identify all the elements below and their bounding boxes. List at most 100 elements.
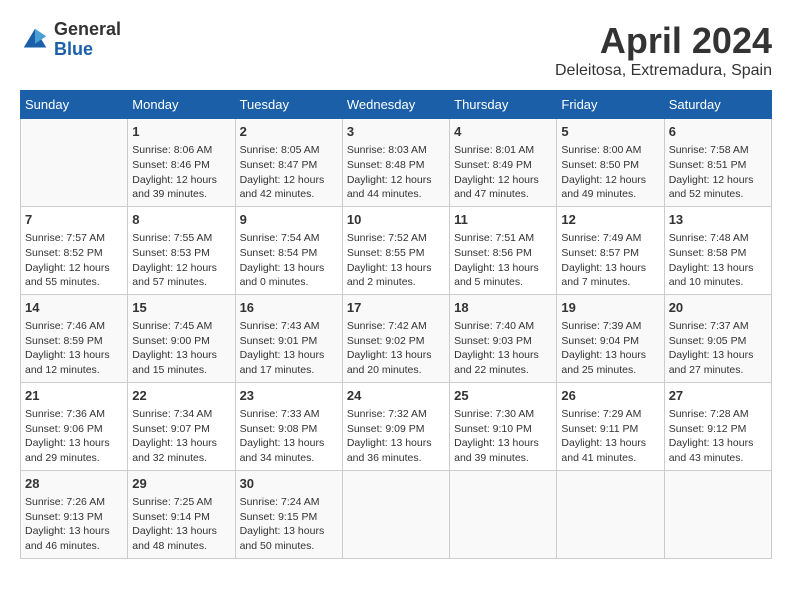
cell-content: Sunrise: 7:54 AMSunset: 8:54 PMDaylight:… [240,231,338,290]
day-number: 18 [454,299,552,317]
calendar-cell: 9 Sunrise: 7:54 AMSunset: 8:54 PMDaylight… [235,206,342,294]
week-row-2: 7Sunrise: 7:57 AMSunset: 8:52 PMDaylight… [21,206,772,294]
day-number: 27 [669,387,767,405]
calendar-cell: 21 Sunrise: 7:36 AMSunset: 9:06 PMDayligh… [21,382,128,470]
cell-content: Sunrise: 7:42 AMSunset: 9:02 PMDaylight:… [347,319,445,378]
calendar-cell: 7Sunrise: 7:57 AMSunset: 8:52 PMDaylight… [21,206,128,294]
cell-content: Sunrise: 7:46 AMSunset: 8:59 PMDaylight:… [25,319,123,378]
cell-content: Sunrise: 7:39 AMSunset: 9:04 PMDaylight:… [561,319,659,378]
header-day-wednesday: Wednesday [342,91,449,119]
day-number: 3 [347,123,445,141]
calendar-cell: 10 Sunrise: 7:52 AMSunset: 8:55 PMDayligh… [342,206,449,294]
header-day-friday: Friday [557,91,664,119]
cell-content: Sunrise: 7:25 AMSunset: 9:14 PMDaylight:… [132,495,230,554]
calendar-cell: 24 Sunrise: 7:32 AMSunset: 9:09 PMDayligh… [342,382,449,470]
calendar-cell: 11 Sunrise: 7:51 AMSunset: 8:56 PMDayligh… [450,206,557,294]
calendar-cell: 19 Sunrise: 7:39 AMSunset: 9:04 PMDayligh… [557,294,664,382]
day-number: 21 [25,387,123,405]
cell-content: Sunrise: 7:28 AMSunset: 9:12 PMDaylight:… [669,407,767,466]
calendar-cell: 4Sunrise: 8:01 AMSunset: 8:49 PMDaylight… [450,119,557,207]
day-number: 24 [347,387,445,405]
day-number: 15 [132,299,230,317]
calendar-cell: 30Sunrise: 7:24 AMSunset: 9:15 PMDayligh… [235,470,342,558]
header-day-thursday: Thursday [450,91,557,119]
day-number: 2 [240,123,338,141]
calendar-cell: 28Sunrise: 7:26 AMSunset: 9:13 PMDayligh… [21,470,128,558]
day-number: 1 [132,123,230,141]
header-row: SundayMondayTuesdayWednesdayThursdayFrid… [21,91,772,119]
cell-content: Sunrise: 7:30 AMSunset: 9:10 PMDaylight:… [454,407,552,466]
week-row-3: 14 Sunrise: 7:46 AMSunset: 8:59 PMDayligh… [21,294,772,382]
calendar-cell [557,470,664,558]
day-number: 23 [240,387,338,405]
cell-content: Sunrise: 7:43 AMSunset: 9:01 PMDaylight:… [240,319,338,378]
day-number: 6 [669,123,767,141]
cell-content: Sunrise: 7:45 AMSunset: 9:00 PMDaylight:… [132,319,230,378]
day-number: 13 [669,211,767,229]
calendar-cell: 13Sunrise: 7:48 AMSunset: 8:58 PMDayligh… [664,206,771,294]
calendar-cell: 14 Sunrise: 7:46 AMSunset: 8:59 PMDayligh… [21,294,128,382]
day-number: 17 [347,299,445,317]
logo-blue: Blue [54,40,121,60]
calendar-cell: 17 Sunrise: 7:42 AMSunset: 9:02 PMDayligh… [342,294,449,382]
cell-content: Sunrise: 8:05 AMSunset: 8:47 PMDaylight:… [240,143,338,202]
header-day-monday: Monday [128,91,235,119]
calendar-cell: 22Sunrise: 7:34 AMSunset: 9:07 PMDayligh… [128,382,235,470]
location-subtitle: Deleitosa, Extremadura, Spain [555,62,772,80]
day-number: 28 [25,475,123,493]
day-number: 26 [561,387,659,405]
calendar-cell: 15 Sunrise: 7:45 AMSunset: 9:00 PMDayligh… [128,294,235,382]
cell-content: Sunrise: 7:52 AMSunset: 8:55 PMDaylight:… [347,231,445,290]
week-row-1: 1Sunrise: 8:06 AMSunset: 8:46 PMDaylight… [21,119,772,207]
cell-content: Sunrise: 7:32 AMSunset: 9:09 PMDaylight:… [347,407,445,466]
calendar-cell: 25 Sunrise: 7:30 AMSunset: 9:10 PMDayligh… [450,382,557,470]
day-number: 22 [132,387,230,405]
calendar-cell: 12 Sunrise: 7:49 AMSunset: 8:57 PMDayligh… [557,206,664,294]
calendar-header: SundayMondayTuesdayWednesdayThursdayFrid… [21,91,772,119]
calendar-cell: 26Sunrise: 7:29 AMSunset: 9:11 PMDayligh… [557,382,664,470]
day-number: 30 [240,475,338,493]
calendar-cell: 6 Sunrise: 7:58 AMSunset: 8:51 PMDaylight… [664,119,771,207]
calendar-cell [664,470,771,558]
logo-text: General Blue [54,20,121,60]
calendar-cell: 16 Sunrise: 7:43 AMSunset: 9:01 PMDayligh… [235,294,342,382]
cell-content: Sunrise: 7:49 AMSunset: 8:57 PMDaylight:… [561,231,659,290]
title-section: April 2024 Deleitosa, Extremadura, Spain [555,20,772,80]
calendar-cell: 3 Sunrise: 8:03 AMSunset: 8:48 PMDaylight… [342,119,449,207]
calendar-cell: 27 Sunrise: 7:28 AMSunset: 9:12 PMDayligh… [664,382,771,470]
header-day-saturday: Saturday [664,91,771,119]
calendar-cell [342,470,449,558]
day-number: 9 [240,211,338,229]
calendar-cell: 8 Sunrise: 7:55 AMSunset: 8:53 PMDaylight… [128,206,235,294]
cell-content: Sunrise: 7:36 AMSunset: 9:06 PMDaylight:… [25,407,123,466]
calendar-cell: 5 Sunrise: 8:00 AMSunset: 8:50 PMDaylight… [557,119,664,207]
cell-content: Sunrise: 7:51 AMSunset: 8:56 PMDaylight:… [454,231,552,290]
day-number: 4 [454,123,552,141]
day-number: 20 [669,299,767,317]
day-number: 10 [347,211,445,229]
logo-general: General [54,20,121,40]
calendar-body: 1Sunrise: 8:06 AMSunset: 8:46 PMDaylight… [21,119,772,559]
month-year-title: April 2024 [555,20,772,62]
page-header: General Blue April 2024 Deleitosa, Extre… [20,20,772,80]
day-number: 12 [561,211,659,229]
week-row-4: 21 Sunrise: 7:36 AMSunset: 9:06 PMDayligh… [21,382,772,470]
day-number: 8 [132,211,230,229]
calendar-cell: 2 Sunrise: 8:05 AMSunset: 8:47 PMDaylight… [235,119,342,207]
day-number: 14 [25,299,123,317]
day-number: 25 [454,387,552,405]
day-number: 11 [454,211,552,229]
day-number: 5 [561,123,659,141]
cell-content: Sunrise: 8:03 AMSunset: 8:48 PMDaylight:… [347,143,445,202]
day-number: 19 [561,299,659,317]
cell-content: Sunrise: 7:55 AMSunset: 8:53 PMDaylight:… [132,231,230,290]
cell-content: Sunrise: 7:40 AMSunset: 9:03 PMDaylight:… [454,319,552,378]
day-number: 16 [240,299,338,317]
day-number: 29 [132,475,230,493]
cell-content: Sunrise: 8:00 AMSunset: 8:50 PMDaylight:… [561,143,659,202]
calendar-cell [21,119,128,207]
header-day-sunday: Sunday [21,91,128,119]
calendar-cell: 1Sunrise: 8:06 AMSunset: 8:46 PMDaylight… [128,119,235,207]
day-number: 7 [25,211,123,229]
cell-content: Sunrise: 7:58 AMSunset: 8:51 PMDaylight:… [669,143,767,202]
